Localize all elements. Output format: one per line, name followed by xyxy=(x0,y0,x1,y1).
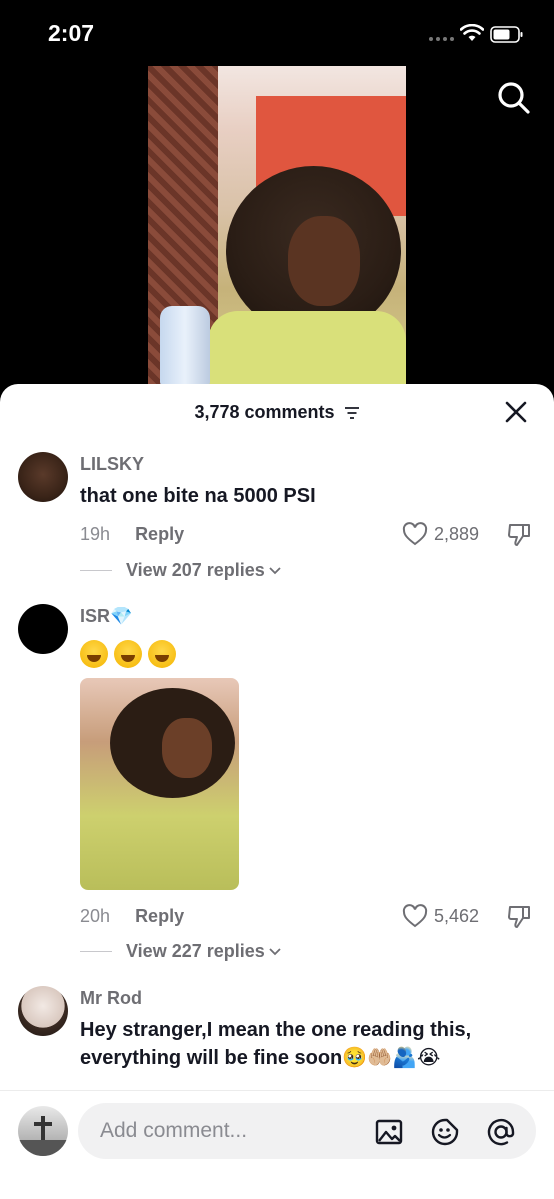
comments-sheet: 3,778 comments LILSKY that one bite na 5… xyxy=(0,384,554,1199)
comment-text: 😂😂😂 xyxy=(80,640,176,668)
comment-input-placeholder: Add comment... xyxy=(100,1119,248,1142)
search-icon[interactable] xyxy=(496,80,532,116)
tears-of-joy-emoji-icon xyxy=(80,640,108,668)
comment-text-line-2: everything will be fine soon🥹🤲🏼🫂😭 xyxy=(80,1047,441,1069)
filter-icon[interactable] xyxy=(344,406,360,420)
cross-silhouette-icon xyxy=(18,1116,68,1156)
chevron-down-icon xyxy=(269,566,281,574)
at-sign-icon[interactable] xyxy=(486,1117,516,1147)
heart-icon xyxy=(402,904,428,928)
heart-icon xyxy=(402,522,428,546)
battery-icon xyxy=(490,26,523,43)
comment-meta: 19h Reply xyxy=(80,524,184,545)
comment-username[interactable]: ISR💎 xyxy=(80,606,132,627)
comment-photo[interactable] xyxy=(80,678,239,890)
like-button[interactable]: 2,889 xyxy=(402,522,479,546)
thumbs-down-icon[interactable] xyxy=(506,522,532,548)
comment-text: that one bite na 5000 PSI xyxy=(80,485,316,507)
comment-input[interactable]: Add comment... xyxy=(78,1103,536,1159)
video-player[interactable] xyxy=(148,66,406,384)
like-count: 2,889 xyxy=(434,523,480,544)
avatar xyxy=(18,1106,68,1156)
signal-dots-icon xyxy=(429,37,454,41)
status-time: 2:07 xyxy=(48,20,95,46)
tears-of-joy-emoji-icon xyxy=(114,640,142,668)
like-count: 5,462 xyxy=(434,905,480,926)
view-replies-label: View 227 replies xyxy=(126,941,265,961)
comment-username[interactable]: LILSKY xyxy=(80,454,144,475)
comment-input-bar: Add comment... xyxy=(0,1090,554,1199)
view-replies-button[interactable]: View 207 replies xyxy=(80,560,281,581)
sticker-icon[interactable] xyxy=(430,1117,460,1147)
view-replies-label: View 207 replies xyxy=(126,560,265,580)
comments-count[interactable]: 3,778 comments xyxy=(0,402,554,423)
tears-of-joy-emoji-icon xyxy=(148,640,176,668)
close-icon[interactable] xyxy=(504,400,528,424)
comment-time: 20h xyxy=(80,906,111,926)
avatar[interactable] xyxy=(18,986,68,1036)
comments-count-label: 3,778 comments xyxy=(194,402,335,422)
reply-button[interactable]: Reply xyxy=(135,906,184,926)
status-bar: 2:07 xyxy=(0,0,554,62)
avatar[interactable] xyxy=(18,604,68,654)
comment-username[interactable]: Mr Rod xyxy=(80,988,142,1009)
comment-time: 19h xyxy=(80,524,111,544)
image-icon[interactable] xyxy=(374,1117,404,1147)
comments-header: 3,778 comments xyxy=(0,384,554,440)
comment-text-line-1: Hey stranger,I mean the one reading this… xyxy=(80,1019,472,1041)
chevron-down-icon xyxy=(269,947,281,955)
thumbs-down-icon[interactable] xyxy=(506,904,532,930)
like-button[interactable]: 5,462 xyxy=(402,904,479,928)
view-replies-button[interactable]: View 227 replies xyxy=(80,941,281,962)
reply-button[interactable]: Reply xyxy=(135,524,184,544)
wifi-icon xyxy=(460,24,484,41)
comment-meta: 20h Reply xyxy=(80,906,184,927)
avatar[interactable] xyxy=(18,452,68,502)
